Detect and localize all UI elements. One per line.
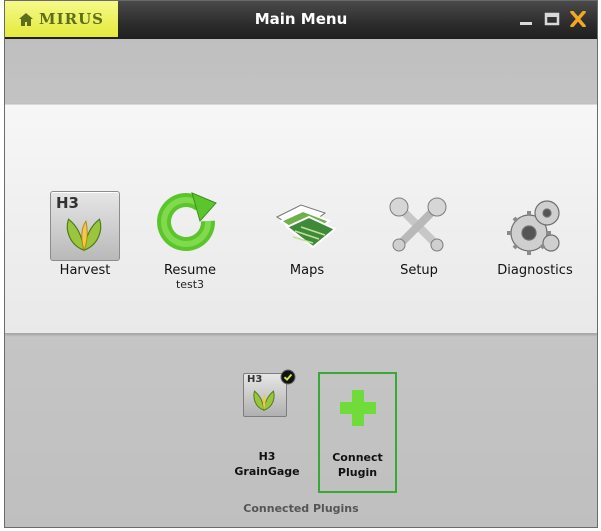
title-bar: MIRUS Main Menu: [5, 1, 597, 39]
connected-check-icon: [280, 369, 296, 385]
main-menu-band: H3 Harvest Resume test3 Maps Setup Diagn…: [5, 104, 597, 334]
maps-icon: [275, 204, 337, 249]
connect-plugin-label-line2: Plugin: [337, 466, 378, 479]
menu-item-label: Harvest: [59, 263, 111, 278]
maximize-icon[interactable]: [543, 11, 561, 27]
plugin-h3-graingage[interactable]: H3 H3 GrainGage: [227, 371, 307, 491]
menu-item-sublabel: test3: [175, 278, 205, 291]
menu-item-label: Diagnostics: [497, 263, 573, 278]
menu-item-setup[interactable]: Setup: [379, 191, 459, 278]
menu-item-label: Setup: [400, 263, 438, 278]
home-button[interactable]: MIRUS: [5, 1, 118, 37]
minimize-icon[interactable]: [517, 11, 535, 27]
resume-icon: [157, 192, 217, 251]
plugins-panel: H3 H3 GrainGage Connect Plugin Connected: [5, 341, 597, 527]
menu-item-maps[interactable]: Maps: [267, 191, 347, 278]
connected-plugins-caption: Connected Plugins: [243, 502, 359, 515]
brand-logo: MIRUS: [39, 10, 104, 28]
menu-item-diagnostics[interactable]: Diagnostics: [489, 191, 581, 278]
connect-plugin-label-line1: Connect: [332, 451, 383, 464]
menu-item-label: Maps: [289, 263, 325, 278]
close-icon[interactable]: [569, 11, 587, 27]
plus-icon: [340, 390, 376, 426]
plugin-label-line2: GrainGage: [234, 465, 300, 478]
menu-item-label: Resume: [163, 263, 217, 278]
home-icon: [19, 12, 33, 26]
menu-item-resume[interactable]: Resume test3: [150, 191, 230, 292]
connect-plugin-button[interactable]: Connect Plugin: [318, 372, 397, 493]
diagnostics-gears-icon: [507, 200, 560, 255]
plugin-label-line1: H3: [258, 450, 276, 463]
setup-tools-icon: [389, 197, 447, 252]
harvest-h3-icon: H3: [50, 191, 120, 261]
app-window: MIRUS Main Menu H3 Harvest Resume test3 …: [4, 0, 598, 528]
menu-item-harvest[interactable]: H3 Harvest: [45, 191, 125, 278]
